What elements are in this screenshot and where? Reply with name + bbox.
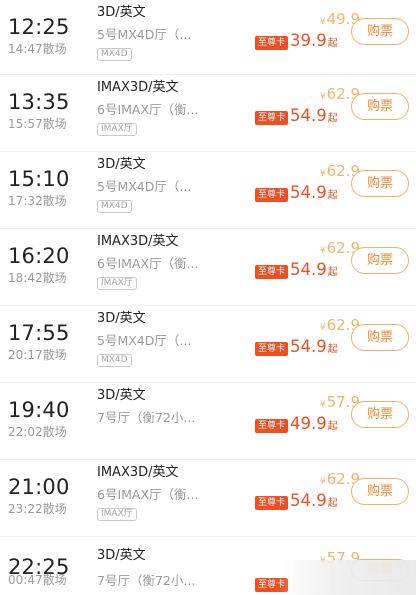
showtime-row[interactable]: 17:55 20:17散场 3D/英文 5号MX4D厅（... MX4D ¥62… <box>0 306 416 383</box>
currency-symbol: ¥ <box>319 477 326 487</box>
start-time: 13:35 <box>8 90 70 114</box>
start-time: 21:00 <box>8 475 70 499</box>
discount-card-badge: 至尊卡 <box>255 111 289 125</box>
end-time: 22:02散场 <box>8 425 67 439</box>
discount-price: 39.9起 <box>290 31 338 50</box>
buy-ticket-button[interactable]: 购票 <box>351 170 409 197</box>
end-time: 18:42散场 <box>8 271 67 285</box>
showtime-row[interactable]: 13:35 15:57散场 IMAX3D/英文 6号IMAX厅（衡... IMA… <box>0 75 416 152</box>
discount-card-badge: 至尊卡 <box>255 578 289 592</box>
start-time: 16:20 <box>8 244 70 268</box>
showtime-list: 12:25 14:47散场 3D/英文 5号MX4D厅（... MX4D ¥49… <box>0 0 416 595</box>
discount-card-badge: 至尊卡 <box>255 265 289 279</box>
discount-card-badge: 至尊卡 <box>255 36 289 50</box>
format-language: IMAX3D/英文 <box>97 234 179 249</box>
showtime-row[interactable]: 16:20 18:42散场 IMAX3D/英文 6号IMAX厅（衡... IMA… <box>0 229 416 306</box>
showtime-row[interactable]: 22:25 00:47散场 3D/英文 7号厅（衡72小... ¥57.9 至尊… <box>0 537 416 595</box>
discount-card-badge: 至尊卡 <box>255 342 289 356</box>
start-time: 17:55 <box>8 321 70 345</box>
discount-price: 54.9起 <box>290 106 338 125</box>
currency-symbol: ¥ <box>319 169 326 179</box>
discount-price: 54.9起 <box>290 260 338 279</box>
hall-name: 5号MX4D厅（... <box>97 27 192 42</box>
showtime-row[interactable]: 19:40 22:02散场 3D/英文 7号厅（衡72小... ¥57.9 至尊… <box>0 383 416 460</box>
end-time: 14:47散场 <box>8 42 67 56</box>
format-language: 3D/英文 <box>97 5 146 20</box>
currency-symbol: ¥ <box>319 556 326 566</box>
hall-name: 6号IMAX厅（衡... <box>97 256 199 271</box>
currency-symbol: ¥ <box>319 400 326 410</box>
end-time: 23:22散场 <box>8 502 67 516</box>
end-time: 15:57散场 <box>8 117 67 131</box>
format-language: IMAX3D/英文 <box>97 80 179 95</box>
hall-tag: IMAX厅 <box>97 123 137 136</box>
discount-price: 54.9起 <box>290 337 338 356</box>
currency-symbol: ¥ <box>319 17 326 27</box>
discount-card-badge: 至尊卡 <box>255 188 289 202</box>
buy-ticket-button[interactable]: 购票 <box>351 18 409 45</box>
buy-ticket-button[interactable]: 购票 <box>351 247 409 274</box>
showtime-row[interactable]: 12:25 14:47散场 3D/英文 5号MX4D厅（... MX4D ¥49… <box>0 0 416 75</box>
hall-name: 6号IMAX厅（衡... <box>97 487 199 502</box>
hall-name: 7号厅（衡72小... <box>97 410 196 425</box>
discount-card-badge: 至尊卡 <box>255 496 289 510</box>
format-language: 3D/英文 <box>97 311 146 326</box>
format-language: 3D/英文 <box>97 388 146 403</box>
buy-ticket-button[interactable]: 购票 <box>351 478 409 505</box>
end-time: 20:17散场 <box>8 348 67 362</box>
currency-symbol: ¥ <box>319 323 326 333</box>
discount-price: 54.9起 <box>290 183 338 202</box>
discount-price: 49.9起 <box>290 414 338 433</box>
format-language: 3D/英文 <box>97 157 146 172</box>
hall-name: 5号MX4D厅（... <box>97 179 192 194</box>
currency-symbol: ¥ <box>319 92 326 102</box>
start-time: 15:10 <box>8 167 70 191</box>
hall-tag: MX4D <box>97 354 132 367</box>
end-time: 00:47散场 <box>8 573 67 587</box>
hall-tag: IMAX厅 <box>97 508 137 521</box>
end-time: 17:32散场 <box>8 194 67 208</box>
hall-name: 6号IMAX厅（衡... <box>97 102 199 117</box>
buy-ticket-button[interactable]: 购票 <box>351 93 409 120</box>
buy-ticket-button[interactable]: 购票 <box>351 324 409 351</box>
currency-symbol: ¥ <box>319 246 326 256</box>
discount-price: 54.9起 <box>290 491 338 510</box>
format-language: IMAX3D/英文 <box>97 465 179 480</box>
buy-ticket-button[interactable]: 购票 <box>351 559 409 581</box>
showtime-row[interactable]: 21:00 23:22散场 IMAX3D/英文 6号IMAX厅（衡... IMA… <box>0 460 416 537</box>
format-language: 3D/英文 <box>97 548 146 563</box>
hall-name: 7号厅（衡72小... <box>97 573 196 588</box>
discount-card-badge: 至尊卡 <box>255 419 289 433</box>
buy-ticket-button[interactable]: 购票 <box>351 401 409 428</box>
hall-tag: MX4D <box>97 200 132 213</box>
start-time: 19:40 <box>8 398 70 422</box>
start-time: 12:25 <box>8 15 70 39</box>
showtime-row[interactable]: 15:10 17:32散场 3D/英文 5号MX4D厅（... MX4D ¥62… <box>0 152 416 229</box>
hall-tag: IMAX厅 <box>97 277 137 290</box>
hall-name: 5号MX4D厅（... <box>97 333 192 348</box>
hall-tag: MX4D <box>97 48 132 61</box>
